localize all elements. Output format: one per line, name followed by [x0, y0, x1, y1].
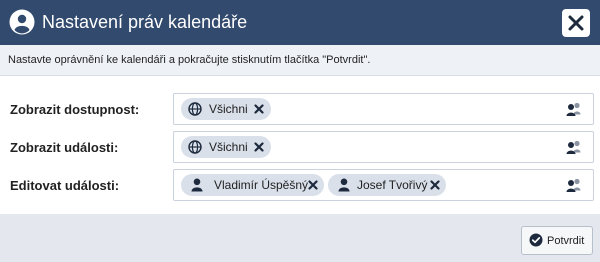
check-circle-icon — [529, 233, 543, 247]
chip-label: Všichni — [209, 140, 248, 154]
user-icon — [338, 178, 350, 192]
dialog-titlebar: Nastavení práv kalendáře — [0, 0, 600, 45]
globe-icon — [188, 102, 202, 116]
dialog-title: Nastavení práv kalendáře — [42, 12, 248, 32]
close-button[interactable] — [562, 9, 590, 37]
permission-chip: Všichni — [181, 136, 271, 158]
row-label: Zobrazit události: — [10, 140, 119, 155]
chip-label: Všichni — [209, 102, 248, 116]
permission-chip: Josef Tvořivý — [328, 174, 446, 196]
user-picker-icon[interactable] — [566, 101, 582, 117]
person-circle-icon — [9, 9, 35, 35]
chip-label: Josef Tvořivý — [357, 178, 428, 192]
remove-chip-icon[interactable] — [308, 180, 318, 190]
confirm-button-label: Potvrdit — [547, 235, 585, 247]
permission-field-edit[interactable]: Vladimír Úspěšný Josef Tvořivý — [173, 169, 594, 201]
remove-chip-icon[interactable] — [254, 142, 264, 152]
calendar-permissions-dialog: Nastavení práv kalendáře Nastavte oprávn… — [0, 0, 600, 262]
globe-icon — [188, 140, 202, 154]
user-picker-icon[interactable] — [566, 177, 582, 193]
remove-chip-icon[interactable] — [254, 104, 264, 114]
permission-field-events[interactable]: Všichni — [173, 131, 594, 163]
row-show-events: Zobrazit události: Všichni — [0, 131, 600, 163]
confirm-button[interactable]: Potvrdit — [521, 226, 593, 255]
dialog-footer: Potvrdit — [0, 214, 600, 262]
chip-label: Vladimír Úspěšný — [214, 178, 309, 192]
row-label: Editovat události: — [10, 178, 120, 193]
permission-chip: Vladimír Úspěšný — [181, 174, 324, 196]
close-icon — [568, 15, 584, 31]
user-picker-icon[interactable] — [566, 139, 582, 155]
instruction-bar: Nastavte oprávnění ke kalendáři a pokrač… — [0, 45, 600, 76]
row-label: Zobrazit dostupnost: — [10, 102, 140, 117]
permission-chip: Všichni — [181, 98, 271, 120]
row-edit-events: Editovat události: Vladimír Úspěšný Jose… — [0, 169, 600, 201]
user-icon — [191, 178, 203, 192]
remove-chip-icon[interactable] — [430, 180, 440, 190]
instruction-text: Nastavte oprávnění ke kalendáři a pokrač… — [8, 54, 371, 66]
row-show-availability: Zobrazit dostupnost: Všichni — [0, 93, 600, 125]
permission-field-availability[interactable]: Všichni — [173, 93, 594, 125]
